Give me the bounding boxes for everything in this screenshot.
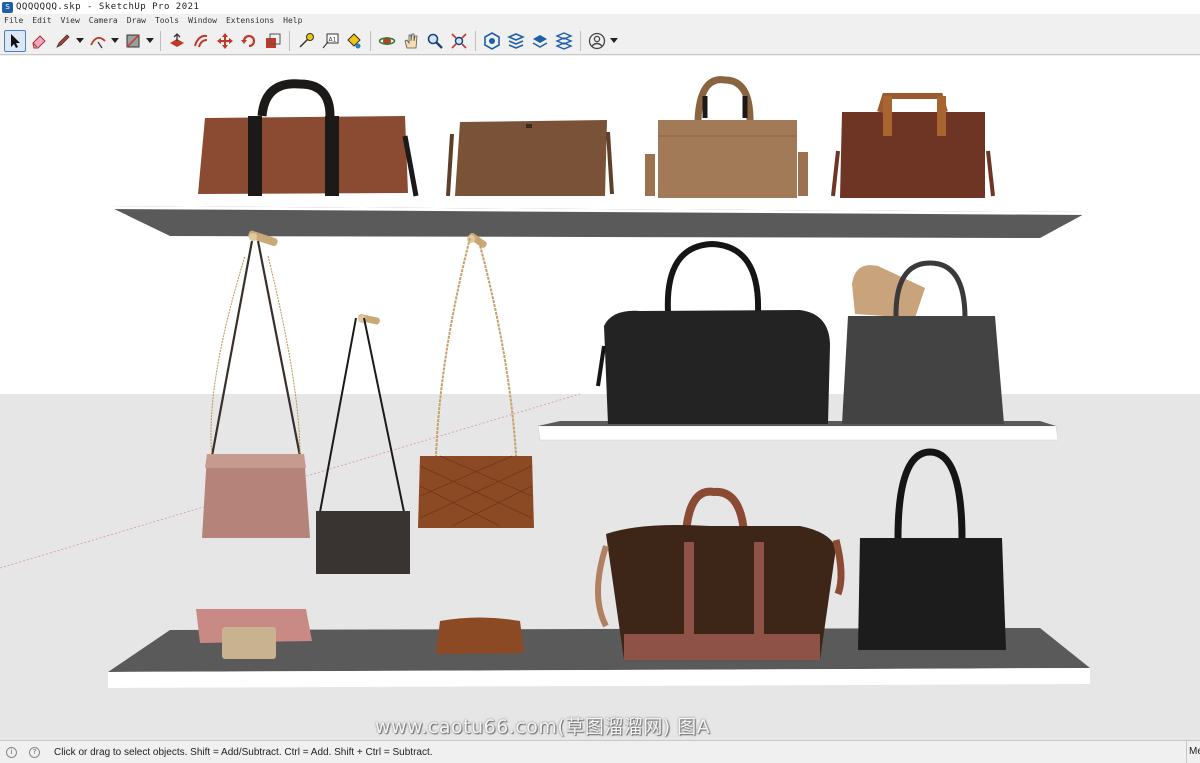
title-bar: S QQQQQQQ.skp - SketchUp Pro 2021 xyxy=(0,0,1200,14)
scale-icon xyxy=(266,33,281,48)
push-pull-tool-button[interactable] xyxy=(166,30,188,52)
black-weekender-bag[interactable] xyxy=(596,240,830,424)
rectangle-icon xyxy=(126,34,140,47)
menu-file[interactable]: File xyxy=(4,16,23,25)
status-bar: i ? Click or drag to select objects. Shi… xyxy=(0,740,1200,763)
middle-shelf xyxy=(537,425,1059,441)
menu-tools[interactable]: Tools xyxy=(155,16,179,25)
wall-hook xyxy=(357,314,380,325)
pan-tool-button[interactable] xyxy=(400,30,422,52)
account-button[interactable] xyxy=(586,30,608,52)
warehouse-icon xyxy=(484,31,500,50)
extension-warehouse-icon xyxy=(507,32,525,49)
eraser-icon xyxy=(32,34,46,48)
menu-view[interactable]: View xyxy=(61,16,80,25)
zoom-extents-icon xyxy=(451,32,467,49)
extension-manager-icon xyxy=(555,31,573,50)
tape-measure-icon xyxy=(299,32,314,48)
line-tool-dropdown[interactable] xyxy=(76,30,84,52)
svg-text:A1: A1 xyxy=(329,36,337,43)
quilted-brown-chain-bag[interactable] xyxy=(418,237,534,528)
grey-tote-bag[interactable] xyxy=(842,260,1004,424)
scale-tool-button[interactable] xyxy=(262,30,284,52)
zoom-icon xyxy=(427,33,443,49)
menu-help[interactable]: Help xyxy=(283,16,302,25)
brown-messenger-bag[interactable] xyxy=(446,120,614,197)
menu-extensions[interactable]: Extensions xyxy=(226,16,274,25)
push-pull-icon xyxy=(170,32,184,47)
status-hint: Click or drag to select objects. Shift =… xyxy=(54,746,433,758)
rotate-tool-button[interactable] xyxy=(238,30,260,52)
brown-duffel-bag[interactable] xyxy=(198,79,419,197)
account-dropdown[interactable] xyxy=(610,30,618,52)
line-tool-button[interactable] xyxy=(52,30,74,52)
zoom-extents-tool-button[interactable] xyxy=(448,30,470,52)
brown-leather-briefcase[interactable] xyxy=(831,93,995,198)
main-toolbar: A1 xyxy=(0,27,1200,55)
offset-icon xyxy=(194,34,208,47)
paint-bucket-icon xyxy=(347,32,361,48)
paint-bucket-tool-button[interactable] xyxy=(343,30,365,52)
toolbar-separator xyxy=(160,30,161,51)
sketchup-app-icon: S xyxy=(2,1,13,13)
tan-briefcase[interactable] xyxy=(645,76,808,198)
text-tool-button[interactable]: A1 xyxy=(319,30,341,52)
rectangle-tool-dropdown[interactable] xyxy=(146,30,154,52)
account-icon xyxy=(588,32,606,49)
tape-measure-tool-button[interactable] xyxy=(295,30,317,52)
toolbar-separator xyxy=(289,30,290,51)
extension-warehouse-button[interactable] xyxy=(505,30,527,52)
extension-manager-button[interactable] xyxy=(553,30,575,52)
move-icon xyxy=(217,32,233,49)
3d-warehouse-button[interactable] xyxy=(481,30,503,52)
eraser-tool-button[interactable] xyxy=(28,30,50,52)
menu-edit[interactable]: Edit xyxy=(32,16,51,25)
layout-button[interactable] xyxy=(529,30,551,52)
window-title: QQQQQQQ.skp - SketchUp Pro 2021 xyxy=(16,2,200,12)
arc-tool-dropdown[interactable] xyxy=(111,30,119,52)
geo-location-icon[interactable]: i xyxy=(6,746,17,758)
layout-icon xyxy=(532,34,548,48)
measurements-box[interactable]: Me xyxy=(1186,741,1200,763)
menu-window[interactable]: Window xyxy=(188,16,217,25)
toolbar-separator xyxy=(370,30,371,51)
pan-hand-icon xyxy=(404,33,418,48)
rotate-icon xyxy=(241,34,256,47)
info-icon[interactable]: ? xyxy=(29,746,40,758)
pencil-icon xyxy=(56,33,70,48)
arc-icon xyxy=(90,36,106,48)
menu-camera[interactable]: Camera xyxy=(89,16,118,25)
orbit-icon xyxy=(378,36,396,45)
watermark-text: www.caotu66.com(草图溜溜网) 图A xyxy=(375,716,711,738)
model-viewport[interactable]: www.caotu66.com(草图溜溜网) 图A xyxy=(0,56,1200,740)
orbit-tool-button[interactable] xyxy=(376,30,398,52)
zoom-tool-button[interactable] xyxy=(424,30,446,52)
scene-render[interactable] xyxy=(0,56,1200,740)
offset-tool-button[interactable] xyxy=(190,30,212,52)
rectangle-tool-button[interactable] xyxy=(122,30,144,52)
select-tool-button[interactable] xyxy=(4,29,26,52)
toolbar-separator xyxy=(580,30,581,51)
toolbar-separator xyxy=(475,30,476,51)
arc-tool-button[interactable] xyxy=(87,30,109,52)
pink-crossbody-bag[interactable] xyxy=(202,240,310,538)
menu-draw[interactable]: Draw xyxy=(127,16,146,25)
arrow-cursor-icon xyxy=(11,33,20,48)
text-icon: A1 xyxy=(322,33,339,48)
brown-cosmetic-pouch[interactable] xyxy=(436,617,524,655)
menu-bar: File Edit View Camera Draw Tools Window … xyxy=(0,14,1200,27)
move-tool-button[interactable] xyxy=(214,30,236,52)
